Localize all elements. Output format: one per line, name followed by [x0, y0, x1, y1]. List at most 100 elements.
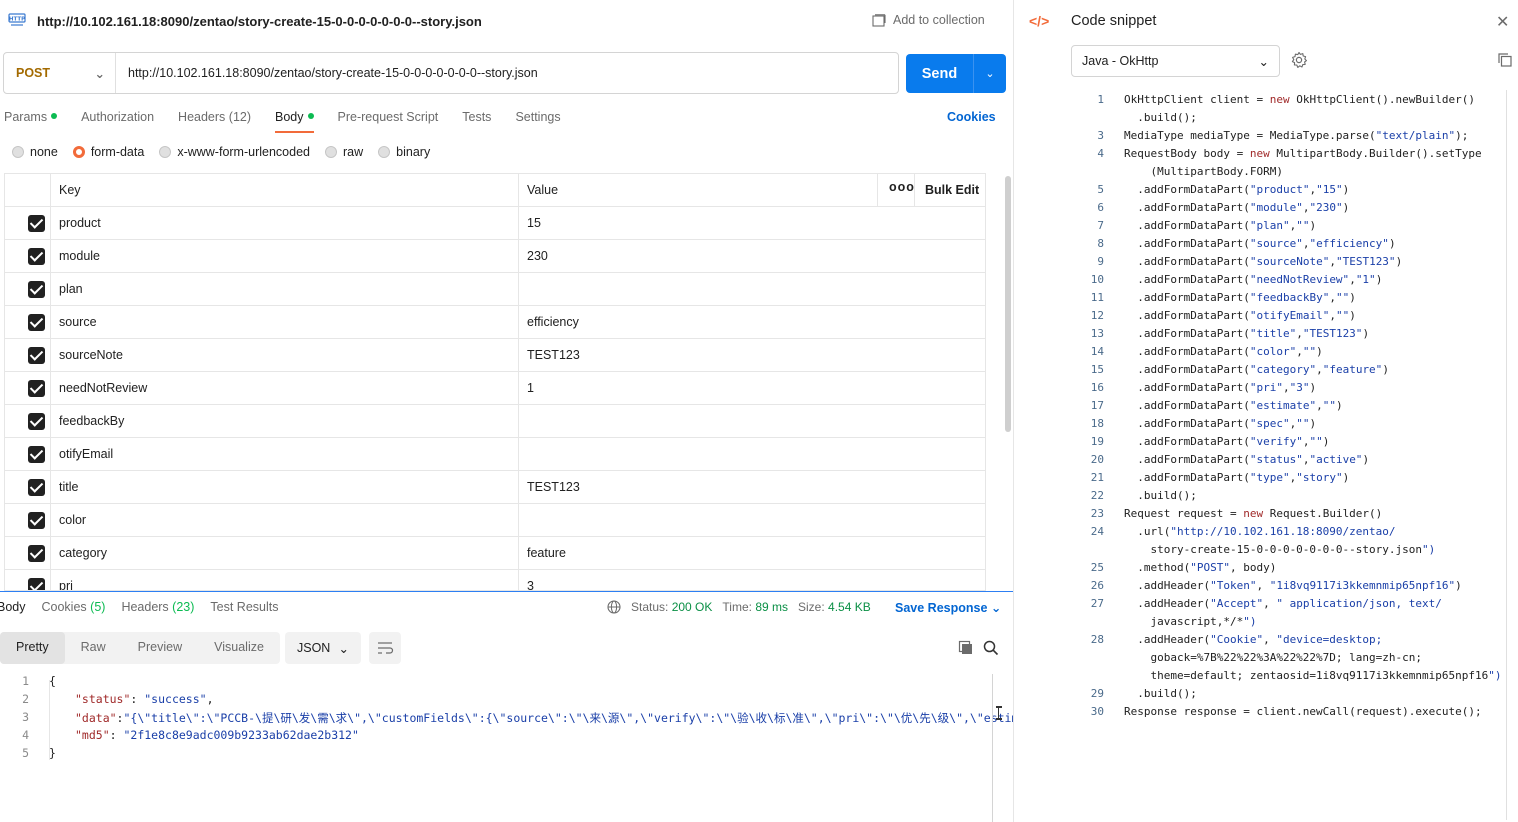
row-value[interactable]: 3 [527, 579, 534, 590]
row-checkbox[interactable] [28, 281, 45, 298]
globe-icon[interactable] [607, 600, 621, 614]
tab-response-body[interactable]: Body [0, 600, 26, 614]
copy-icon[interactable] [1497, 52, 1513, 68]
status-readout[interactable]: Status: 200 OK [631, 600, 712, 614]
line-number: 15 [1090, 363, 1104, 376]
row-key[interactable]: product [59, 216, 101, 230]
row-checkbox[interactable] [28, 347, 45, 364]
format-select[interactable]: JSON ⌄ [285, 632, 361, 664]
row-value[interactable]: TEST123 [527, 480, 580, 494]
body-dot [307, 113, 314, 119]
radio-form-data[interactable]: form-data [72, 145, 144, 159]
tab-body[interactable]: Body [275, 108, 314, 133]
row-checkbox[interactable] [28, 314, 45, 331]
row-checkbox[interactable] [28, 215, 45, 232]
code-line: 6 .addFormDataPart("module","230") [1014, 201, 1509, 219]
chevron-down-icon[interactable]: ⌄ [974, 67, 1006, 80]
row-key[interactable]: color [59, 513, 86, 527]
row-checkbox[interactable] [28, 479, 45, 496]
code-text: .addFormDataPart("sourceNote","TEST123") [1124, 255, 1403, 268]
gear-icon[interactable] [1290, 51, 1308, 69]
table-row[interactable]: pri 3 [5, 570, 985, 590]
row-value[interactable]: feature [527, 546, 566, 560]
time-readout[interactable]: Time: 89 ms [722, 600, 788, 614]
row-value[interactable]: TEST123 [527, 348, 580, 362]
panel-title: Code snippet [1071, 13, 1157, 29]
row-checkbox[interactable] [28, 446, 45, 463]
line-number: 12 [1090, 309, 1104, 322]
table-row[interactable]: sourceNote TEST123 [5, 339, 985, 372]
table-row[interactable]: title TEST123 [5, 471, 985, 504]
table-row[interactable]: otifyEmail [5, 438, 985, 471]
add-to-collection-button[interactable]: Add to collection [872, 13, 985, 27]
more-options-icon[interactable]: ooo [889, 180, 915, 194]
column-key: Key [59, 183, 81, 197]
row-value[interactable]: 1 [527, 381, 534, 395]
table-row[interactable]: plan [5, 273, 985, 306]
tab-response-headers[interactable]: Headers (23) [121, 600, 194, 614]
row-key[interactable]: source [59, 315, 97, 329]
row-value[interactable]: efficiency [527, 315, 579, 329]
tab-pretty[interactable]: Pretty [0, 632, 65, 664]
send-button[interactable]: Send ⌄ [906, 54, 1006, 93]
radio-x-www-form-urlencoded[interactable]: x-www-form-urlencoded [159, 145, 310, 159]
row-key[interactable]: pri [59, 579, 73, 590]
tab-pre-request-script[interactable]: Pre-request Script [338, 108, 439, 132]
tab-raw[interactable]: Raw [65, 632, 122, 664]
table-row[interactable]: module 230 [5, 240, 985, 273]
code-line: 19 .addFormDataPart("verify","") [1014, 435, 1509, 453]
row-key[interactable]: feedbackBy [59, 414, 124, 428]
tab-tests[interactable]: Tests [462, 108, 491, 132]
method-select[interactable]: POST ⌄ [4, 53, 116, 93]
table-row[interactable]: category feature [5, 537, 985, 570]
row-key[interactable]: category [59, 546, 107, 560]
table-row[interactable]: needNotReview 1 [5, 372, 985, 405]
radio-raw[interactable]: raw [325, 145, 363, 159]
table-row[interactable]: color [5, 504, 985, 537]
wrap-lines-button[interactable] [369, 632, 401, 664]
row-key[interactable]: plan [59, 282, 83, 296]
size-readout[interactable]: Size: 4.54 KB [798, 600, 871, 614]
row-key[interactable]: module [59, 249, 100, 263]
tab-test-results[interactable]: Test Results [210, 600, 278, 614]
code-line: 10 .addFormDataPart("needNotReview","1") [1014, 273, 1509, 291]
copy-icon[interactable] [958, 640, 974, 656]
request-title[interactable]: http://10.102.161.18:8090/zentao/story-c… [37, 14, 482, 29]
language-select[interactable]: Java - OkHttp ⌄ [1071, 45, 1280, 77]
tab-visualize[interactable]: Visualize [198, 632, 280, 664]
close-icon[interactable]: ✕ [1496, 12, 1509, 32]
row-checkbox[interactable] [28, 512, 45, 529]
row-checkbox[interactable] [28, 578, 45, 590]
response-body-viewer[interactable]: 1{2 "status": "success", 3 "data":"{\"title… [0, 674, 1013, 822]
row-key[interactable]: needNotReview [59, 381, 147, 395]
tab-preview[interactable]: Preview [122, 632, 198, 664]
row-key[interactable]: sourceNote [59, 348, 123, 362]
tab-response-cookies[interactable]: Cookies (5) [42, 600, 106, 614]
radio-binary[interactable]: binary [378, 145, 430, 159]
row-checkbox[interactable] [28, 248, 45, 265]
cookies-link[interactable]: Cookies [947, 110, 996, 124]
code-text: .addFormDataPart("plan","") [1124, 219, 1317, 232]
row-checkbox[interactable] [28, 413, 45, 430]
row-value[interactable]: 230 [527, 249, 548, 263]
save-response-button[interactable]: Save Response ⌄ [895, 600, 1001, 615]
tab-settings[interactable]: Settings [515, 108, 560, 132]
radio-none[interactable]: none [12, 145, 58, 159]
table-row[interactable]: source efficiency [5, 306, 985, 339]
line-number: 24 [1090, 525, 1104, 538]
row-checkbox[interactable] [28, 545, 45, 562]
row-value[interactable]: 15 [527, 216, 541, 230]
search-icon[interactable] [983, 640, 999, 656]
url-input[interactable]: http://10.102.161.18:8090/zentao/story-c… [116, 66, 538, 80]
tab-params[interactable]: Params [4, 108, 58, 132]
table-row[interactable]: product 15 [5, 207, 985, 240]
bulk-edit-button[interactable]: Bulk Edit [925, 183, 979, 197]
table-row[interactable]: feedbackBy [5, 405, 985, 438]
row-key[interactable]: otifyEmail [59, 447, 113, 461]
row-checkbox[interactable] [28, 380, 45, 397]
tab-authorization[interactable]: Authorization [81, 108, 154, 132]
table-scrollbar[interactable] [1005, 176, 1011, 432]
tab-headers[interactable]: Headers (12) [178, 108, 251, 132]
row-key[interactable]: title [59, 480, 78, 494]
snippet-scrollbar[interactable] [1506, 90, 1507, 820]
